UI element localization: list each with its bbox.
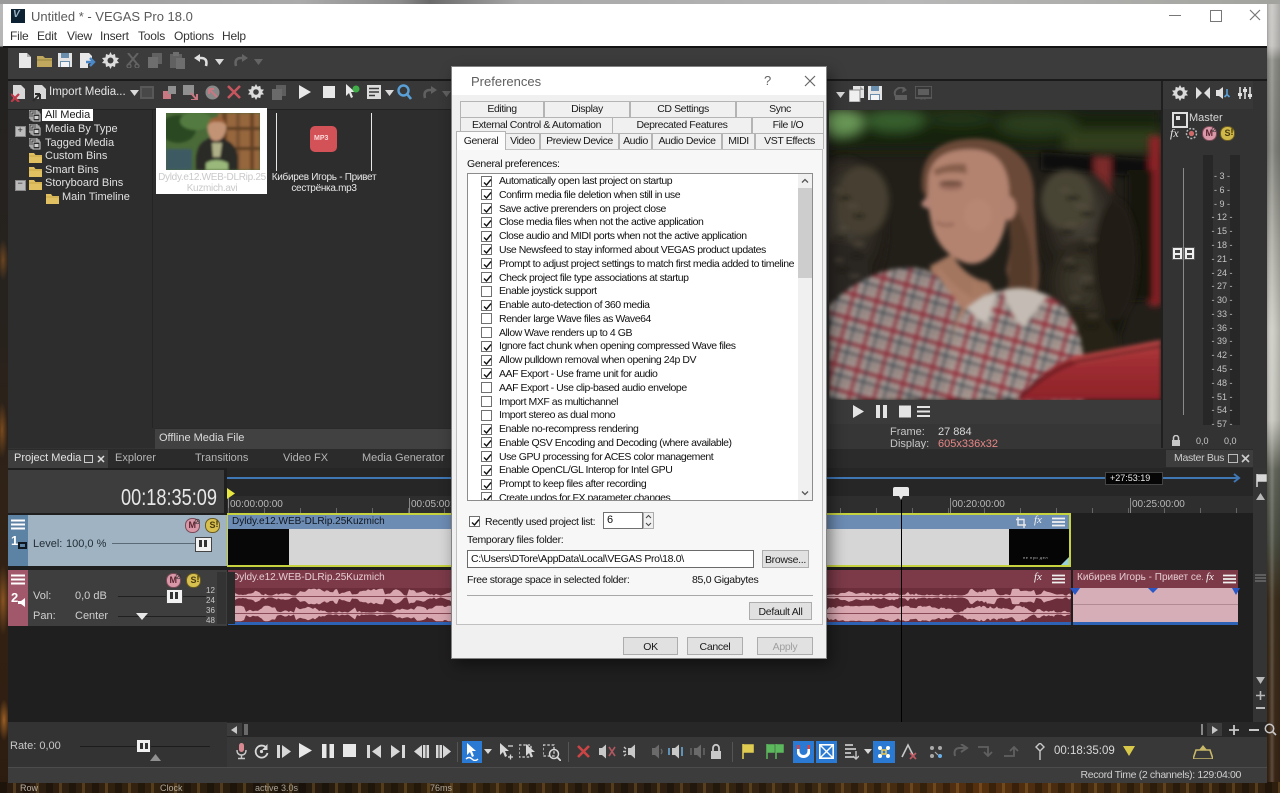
svg-text:4:3: 4:3 xyxy=(920,96,926,100)
